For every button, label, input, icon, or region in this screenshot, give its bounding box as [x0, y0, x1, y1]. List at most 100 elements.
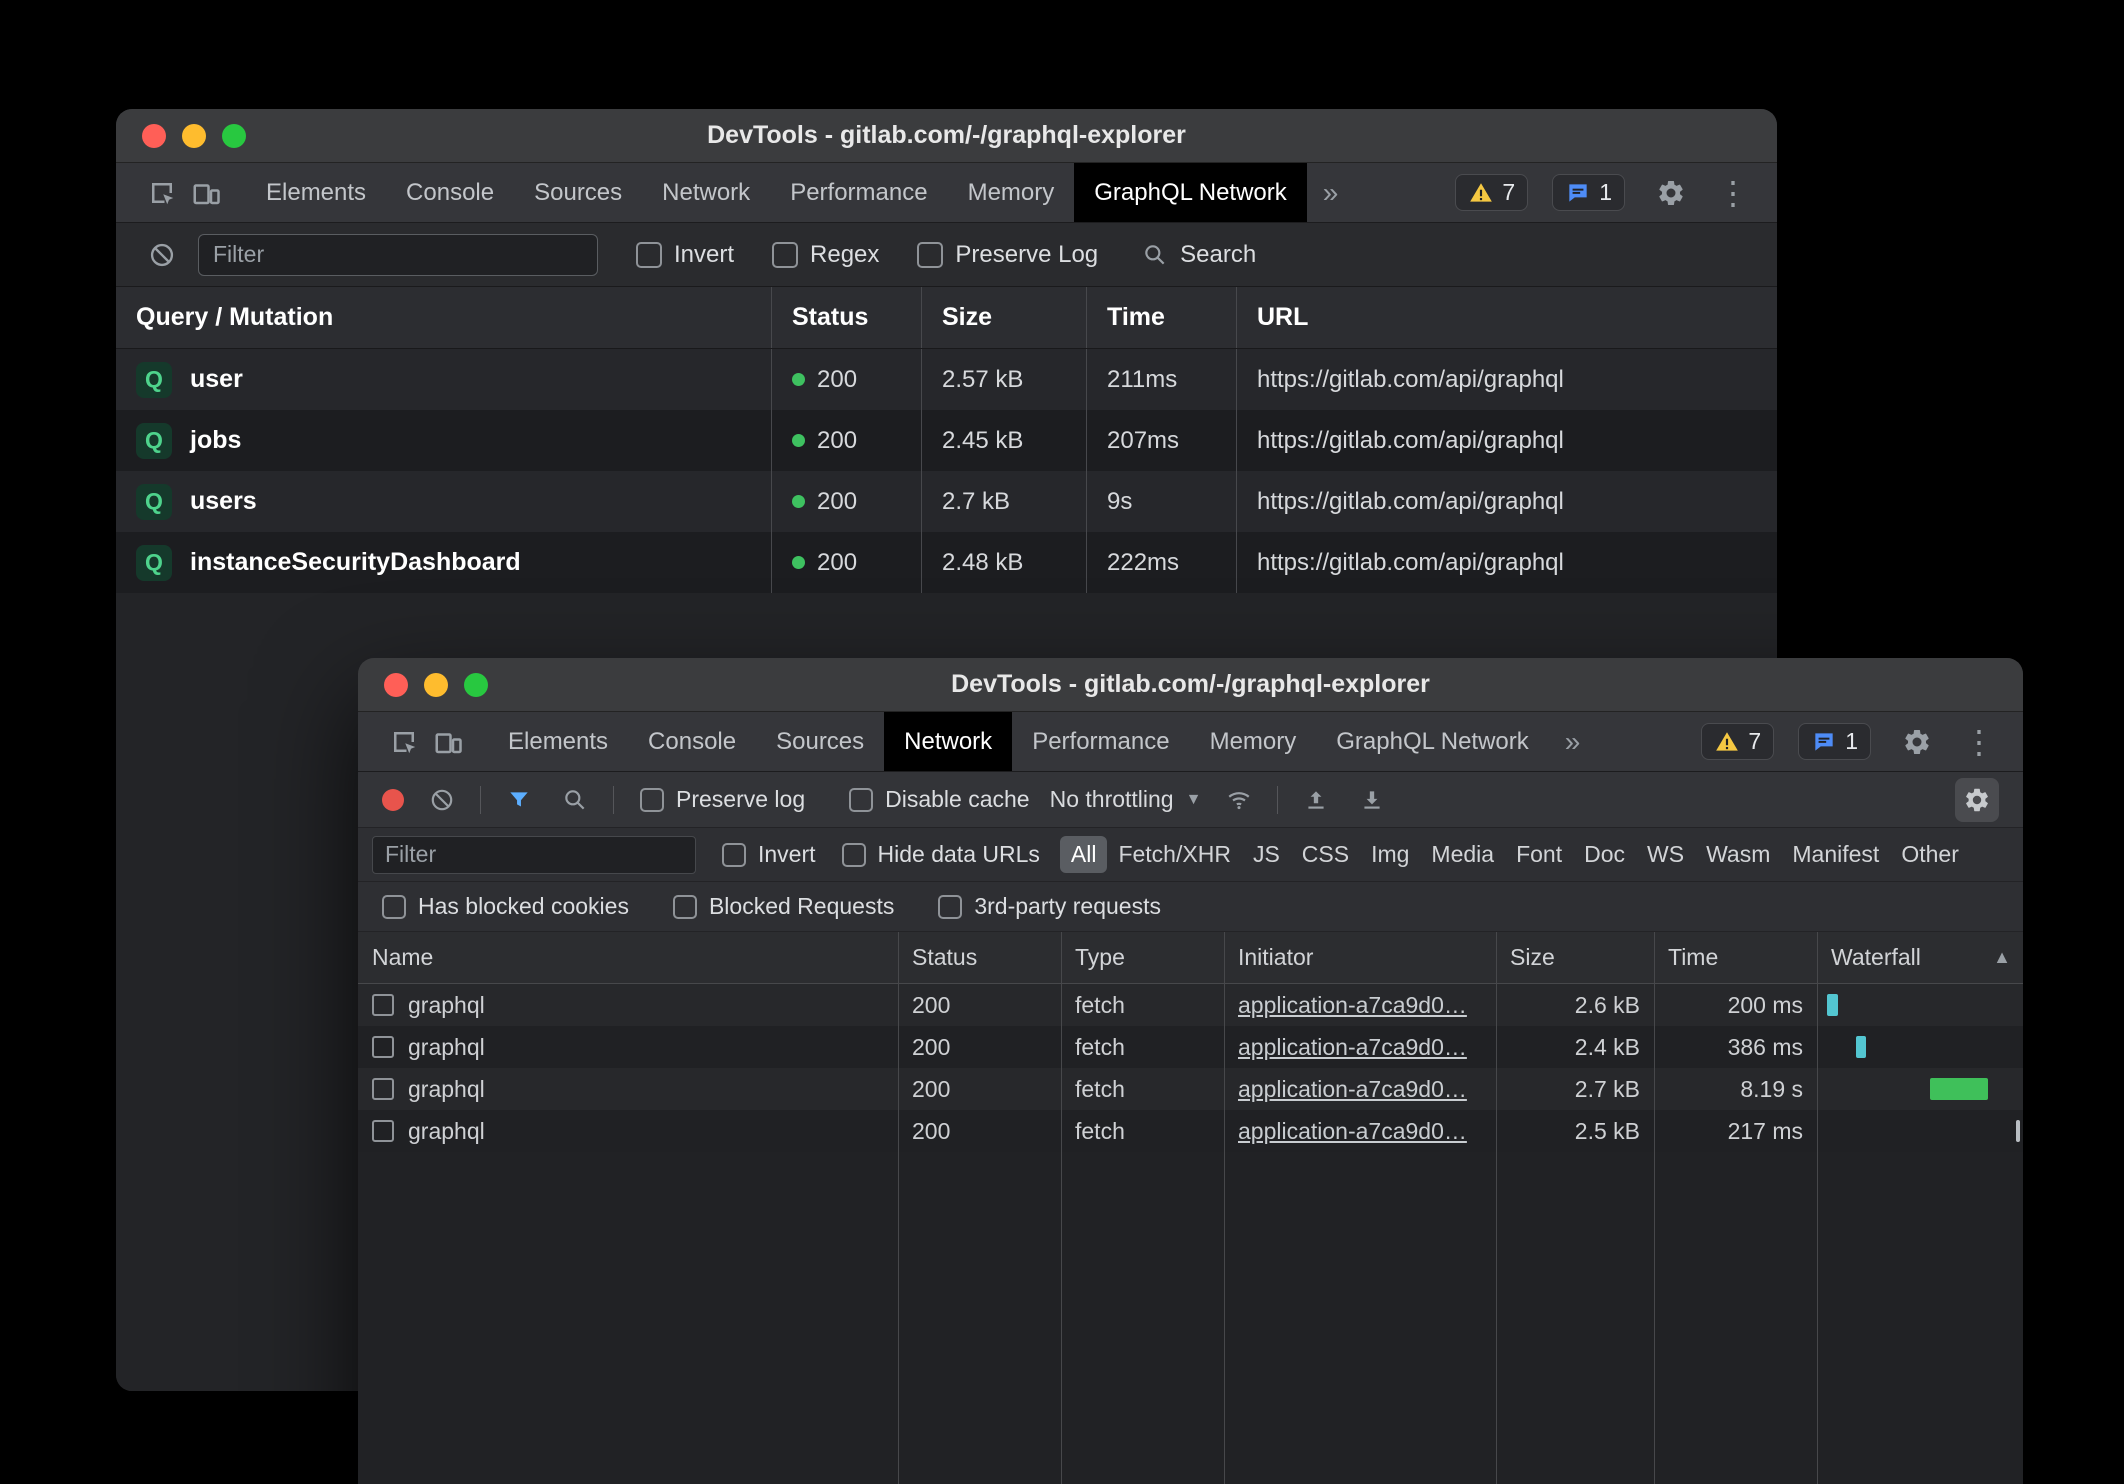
column-header-url[interactable]: URL: [1236, 287, 1777, 348]
preserve-log-checkbox[interactable]: [917, 242, 943, 268]
request-checkbox[interactable]: [372, 1120, 394, 1142]
maximize-button[interactable]: [464, 673, 488, 697]
close-button[interactable]: [142, 124, 166, 148]
chip-wasm[interactable]: Wasm: [1695, 836, 1781, 873]
table-row[interactable]: Qjobs 200 2.45 kB 207ms https://gitlab.c…: [116, 410, 1777, 471]
preserve-log-checkbox[interactable]: [640, 788, 664, 812]
column-header-initiator[interactable]: Initiator: [1224, 932, 1496, 983]
close-button[interactable]: [384, 673, 408, 697]
search-icon[interactable]: [557, 782, 593, 818]
throttling-select[interactable]: No throttling ▼: [1050, 786, 1202, 813]
warnings-badge[interactable]: 7: [1701, 723, 1774, 760]
device-toolbar-icon[interactable]: [184, 171, 228, 215]
tab-graphql-network[interactable]: GraphQL Network: [1074, 163, 1307, 222]
filter-funnel-icon[interactable]: [501, 782, 537, 818]
table-row[interactable]: Quser 200 2.57 kB 211ms https://gitlab.c…: [116, 349, 1777, 410]
tab-performance[interactable]: Performance: [1012, 712, 1189, 771]
tab-console[interactable]: Console: [628, 712, 756, 771]
network-conditions-icon[interactable]: [1221, 782, 1257, 818]
tab-network[interactable]: Network: [884, 712, 1012, 771]
network-settings-gear-icon[interactable]: [1955, 778, 1999, 822]
initiator-link[interactable]: application-a7ca9d0…: [1238, 1034, 1467, 1061]
record-button[interactable]: [382, 789, 404, 811]
chip-doc[interactable]: Doc: [1573, 836, 1636, 873]
chip-js[interactable]: JS: [1242, 836, 1291, 873]
invert-checkbox[interactable]: [722, 843, 746, 867]
tab-sources[interactable]: Sources: [514, 163, 642, 222]
warnings-badge[interactable]: 7: [1455, 174, 1528, 211]
disable-cache-checkbox[interactable]: [849, 788, 873, 812]
chip-css[interactable]: CSS: [1291, 836, 1360, 873]
table-row[interactable]: Qusers 200 2.7 kB 9s https://gitlab.com/…: [116, 471, 1777, 532]
table-row[interactable]: graphql 200 fetch application-a7ca9d0… 2…: [358, 1026, 2023, 1068]
settings-gear-icon[interactable]: [1649, 171, 1693, 215]
column-header-status[interactable]: Status: [898, 932, 1061, 983]
kebab-menu-icon[interactable]: ⋮: [1717, 177, 1749, 209]
third-party-checkbox[interactable]: [938, 895, 962, 919]
tab-console[interactable]: Console: [386, 163, 514, 222]
tab-graphql-network[interactable]: GraphQL Network: [1316, 712, 1549, 771]
initiator-link[interactable]: application-a7ca9d0…: [1238, 992, 1467, 1019]
more-tabs-chevron-icon[interactable]: »: [1549, 712, 1597, 771]
blocked-requests-checkbox[interactable]: [673, 895, 697, 919]
issues-badge[interactable]: 1: [1552, 174, 1625, 211]
minimize-button[interactable]: [182, 124, 206, 148]
export-har-icon[interactable]: [1354, 782, 1390, 818]
search-control[interactable]: Search: [1142, 241, 1256, 269]
column-header-waterfall[interactable]: Waterfall ▲: [1817, 932, 2023, 983]
settings-gear-icon[interactable]: [1895, 720, 1939, 764]
table-row[interactable]: graphql 200 fetch application-a7ca9d0… 2…: [358, 984, 2023, 1026]
device-toolbar-icon[interactable]: [426, 720, 470, 764]
column-divider[interactable]: [1817, 932, 1818, 1484]
table-row[interactable]: graphql 200 fetch application-a7ca9d0… 2…: [358, 1110, 2023, 1152]
block-clear-icon[interactable]: [140, 233, 184, 277]
kebab-menu-icon[interactable]: ⋮: [1963, 726, 1995, 758]
regex-checkbox[interactable]: [772, 242, 798, 268]
initiator-link[interactable]: application-a7ca9d0…: [1238, 1076, 1467, 1103]
import-har-icon[interactable]: [1298, 782, 1334, 818]
network-filter-input[interactable]: [372, 836, 696, 874]
chip-font[interactable]: Font: [1505, 836, 1573, 873]
tab-memory[interactable]: Memory: [948, 163, 1075, 222]
chip-media[interactable]: Media: [1420, 836, 1505, 873]
invert-checkbox[interactable]: [636, 242, 662, 268]
more-tabs-chevron-icon[interactable]: »: [1307, 163, 1355, 222]
minimize-button[interactable]: [424, 673, 448, 697]
tab-memory[interactable]: Memory: [1190, 712, 1317, 771]
table-row[interactable]: graphql 200 fetch application-a7ca9d0… 2…: [358, 1068, 2023, 1110]
tab-elements[interactable]: Elements: [246, 163, 386, 222]
column-divider[interactable]: [1061, 932, 1062, 1484]
column-divider[interactable]: [898, 932, 899, 1484]
blocked-cookies-checkbox[interactable]: [382, 895, 406, 919]
tab-elements[interactable]: Elements: [488, 712, 628, 771]
column-divider[interactable]: [1224, 932, 1225, 1484]
clear-icon[interactable]: [424, 782, 460, 818]
table-row[interactable]: QinstanceSecurityDashboard 200 2.48 kB 2…: [116, 532, 1777, 593]
maximize-button[interactable]: [222, 124, 246, 148]
column-header-query-mutation[interactable]: Query / Mutation: [116, 287, 771, 348]
column-header-type[interactable]: Type: [1061, 932, 1224, 983]
chip-fetch-xhr[interactable]: Fetch/XHR: [1107, 836, 1241, 873]
issues-badge[interactable]: 1: [1798, 723, 1871, 760]
column-header-time[interactable]: Time: [1654, 932, 1817, 983]
column-header-name[interactable]: Name: [358, 932, 898, 983]
chip-manifest[interactable]: Manifest: [1781, 836, 1890, 873]
hide-data-urls-checkbox[interactable]: [842, 843, 866, 867]
chip-all[interactable]: All: [1060, 836, 1108, 873]
column-header-size[interactable]: Size: [921, 287, 1086, 348]
inspect-icon[interactable]: [140, 171, 184, 215]
column-header-size[interactable]: Size: [1496, 932, 1654, 983]
column-header-status[interactable]: Status: [771, 287, 921, 348]
initiator-link[interactable]: application-a7ca9d0…: [1238, 1118, 1467, 1145]
tab-performance[interactable]: Performance: [770, 163, 947, 222]
column-divider[interactable]: [1496, 932, 1497, 1484]
filter-input[interactable]: [198, 234, 598, 276]
chip-ws[interactable]: WS: [1636, 836, 1695, 873]
column-divider[interactable]: [1654, 932, 1655, 1484]
inspect-icon[interactable]: [382, 720, 426, 764]
request-checkbox[interactable]: [372, 1078, 394, 1100]
chip-other[interactable]: Other: [1890, 836, 1970, 873]
chip-img[interactable]: Img: [1360, 836, 1420, 873]
tab-network[interactable]: Network: [642, 163, 770, 222]
tab-sources[interactable]: Sources: [756, 712, 884, 771]
